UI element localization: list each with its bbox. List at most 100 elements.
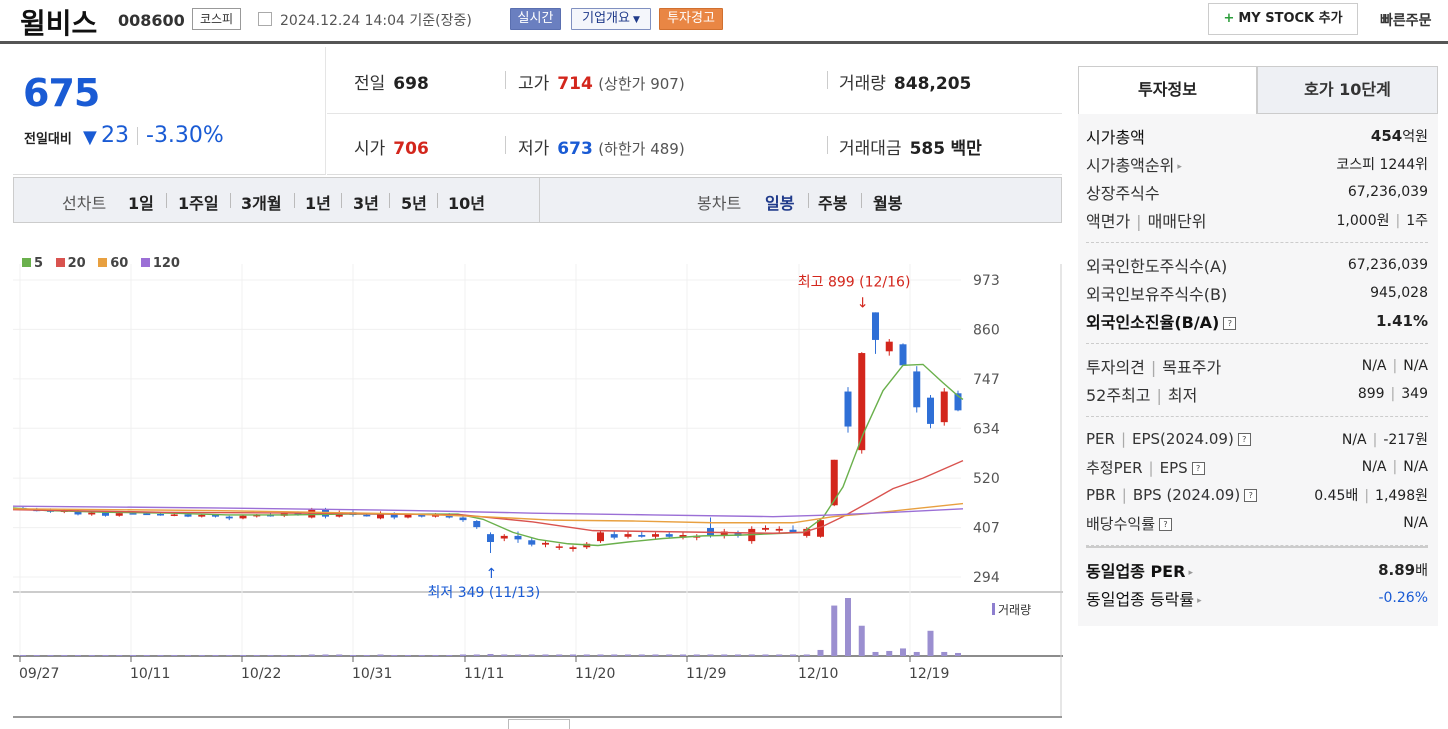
- trade-unit-label: 매매단위: [1147, 212, 1207, 231]
- help-icon[interactable]: ?: [1237, 433, 1251, 446]
- help-icon[interactable]: ?: [1223, 317, 1237, 330]
- foreign-limit-label: 외국인한도주식수(A): [1086, 257, 1228, 276]
- candle-body: [927, 397, 934, 424]
- tab-orderbook[interactable]: 호가 10단계: [1257, 66, 1438, 114]
- listed-shares-label: 상장주식수: [1086, 184, 1160, 203]
- quick-order-button[interactable]: 빠른주문: [1380, 10, 1432, 30]
- investment-info-panel: 투자정보 호가 10단계 시가총액 454억원 시가총액순위 ▸ 코스피 1244…: [1078, 66, 1438, 626]
- x-tick-label: 10/22: [241, 666, 281, 682]
- volume-legend: 거래량: [998, 603, 1031, 617]
- volume-bar: [198, 654, 205, 656]
- volume-bar: [515, 654, 521, 656]
- listed-shares-value: 67,236,039: [1347, 184, 1428, 200]
- volume-bar: [556, 654, 563, 656]
- candle-body: [404, 514, 412, 518]
- period-weekly[interactable]: 주봉: [818, 190, 847, 214]
- period-1y[interactable]: 1년: [305, 190, 331, 214]
- period-3y[interactable]: 3년: [353, 190, 379, 214]
- help-icon[interactable]: ?: [1159, 517, 1173, 531]
- divider: [294, 193, 295, 208]
- volume-bar: [542, 654, 549, 656]
- candle-body: [940, 391, 948, 423]
- volume-bar: [625, 654, 631, 656]
- candle-body: [872, 312, 879, 340]
- market-cap-rank-row[interactable]: 시가총액순위 ▸ 코스피 1244위: [1086, 150, 1428, 178]
- volume-bar: [762, 654, 769, 656]
- investment-warning-button[interactable]: 투자경고: [659, 8, 723, 30]
- industry-change-row[interactable]: 동일업종 등락률 ▸ -0.26%: [1086, 584, 1428, 612]
- industry-per-row[interactable]: 동일업종 PER ▸ 8.89배: [1086, 556, 1428, 584]
- period-monthly[interactable]: 월봉: [873, 190, 902, 214]
- help-icon[interactable]: ?: [1244, 489, 1258, 502]
- divider: |: [1136, 212, 1142, 231]
- period-10y[interactable]: 10년: [448, 190, 485, 214]
- volume-bar: [308, 654, 315, 656]
- eps-value: -217원: [1383, 432, 1428, 448]
- period-5y[interactable]: 5년: [401, 190, 427, 214]
- candle-body: [473, 521, 481, 528]
- y-tick-label: 973: [973, 273, 1000, 289]
- prev-close-value: 698: [393, 74, 429, 94]
- trade-unit-value: 1주: [1406, 213, 1428, 229]
- opinion-value: N/A: [1361, 358, 1387, 374]
- divider: [166, 193, 167, 208]
- chart-expand-handle[interactable]: [508, 719, 570, 729]
- realtime-button[interactable]: 실시간: [510, 8, 561, 30]
- candle-body: [198, 514, 206, 517]
- industry-change-label: 동일업종 등락률: [1086, 590, 1195, 609]
- candle-body: [363, 514, 371, 517]
- volume-bar: [336, 654, 343, 656]
- foreign-ratio-value: 1.41%: [1375, 312, 1428, 330]
- open-price: 시가 706: [354, 134, 429, 159]
- help-icon[interactable]: ?: [1191, 461, 1205, 475]
- volume-bar: [116, 654, 123, 656]
- divider: |: [1395, 213, 1401, 229]
- volume-bar: [322, 654, 329, 656]
- foreign-limit-row: 외국인한도주식수(A) 67,236,039: [1086, 251, 1428, 279]
- period-daily[interactable]: 일봉: [765, 190, 794, 214]
- upper-limit: (상한가 907): [598, 75, 685, 93]
- candle-body: [844, 391, 852, 427]
- tab-investment-info[interactable]: 투자정보: [1078, 66, 1257, 114]
- volume-bar: [583, 654, 590, 656]
- volume-bar: [845, 598, 851, 656]
- volume-bar: [75, 654, 81, 656]
- stock-code: 008600: [118, 11, 185, 30]
- industry-per-label: 동일업종 PER: [1086, 562, 1186, 581]
- opinion-label: 투자의견: [1086, 358, 1145, 377]
- week52-high-label: 52주최고: [1086, 386, 1151, 405]
- trade-amount-label: 거래대금: [839, 139, 902, 159]
- period-3m[interactable]: 3개월: [241, 190, 282, 214]
- arrow-right-icon: ▸: [1177, 162, 1182, 172]
- par-value-label: 액면가: [1086, 212, 1131, 231]
- candle-body: [514, 535, 522, 540]
- candle-body: [88, 512, 96, 515]
- y-tick-label: 860: [973, 322, 1000, 338]
- x-tick-label: 10/31: [352, 666, 392, 682]
- candle-body: [665, 534, 673, 537]
- candle-body: [418, 514, 426, 517]
- divider: |: [1156, 386, 1162, 405]
- company-overview-button[interactable]: 기업개요 ▼: [571, 8, 651, 30]
- volume-bar: [47, 654, 54, 656]
- info-group-cap: 시가총액 454억원 시가총액순위 ▸ 코스피 1244위 상장주식수 67,23…: [1086, 114, 1428, 243]
- prev-close: 전일 698: [354, 69, 429, 94]
- par-value-value: 1,000원: [1336, 213, 1390, 229]
- period-1d[interactable]: 1일: [128, 190, 154, 214]
- divider: |: [1372, 432, 1378, 448]
- period-1w[interactable]: 1주일: [178, 190, 219, 214]
- divider: |: [1148, 458, 1154, 477]
- stock-name: 윌비스: [20, 7, 98, 40]
- volume-bar: [88, 654, 95, 656]
- x-tick-label: 09/27: [19, 666, 59, 682]
- add-my-stock-button[interactable]: + MY STOCK 추가: [1208, 3, 1358, 35]
- week52-high-value: 899: [1357, 386, 1385, 402]
- volume-bar: [267, 654, 274, 656]
- change-percent: -3.30%: [146, 123, 224, 148]
- trade-amount: 거래대금 585 백만: [839, 134, 982, 159]
- volume-bar: [570, 654, 576, 656]
- price-chart[interactable]: 973 860 747 634 520 407 294 09/27 10/11 10/22 10/3…: [13, 264, 1063, 716]
- high-label: 고가: [518, 74, 550, 94]
- x-tick-label: 11/20: [575, 666, 615, 682]
- volume-bar: [611, 654, 618, 656]
